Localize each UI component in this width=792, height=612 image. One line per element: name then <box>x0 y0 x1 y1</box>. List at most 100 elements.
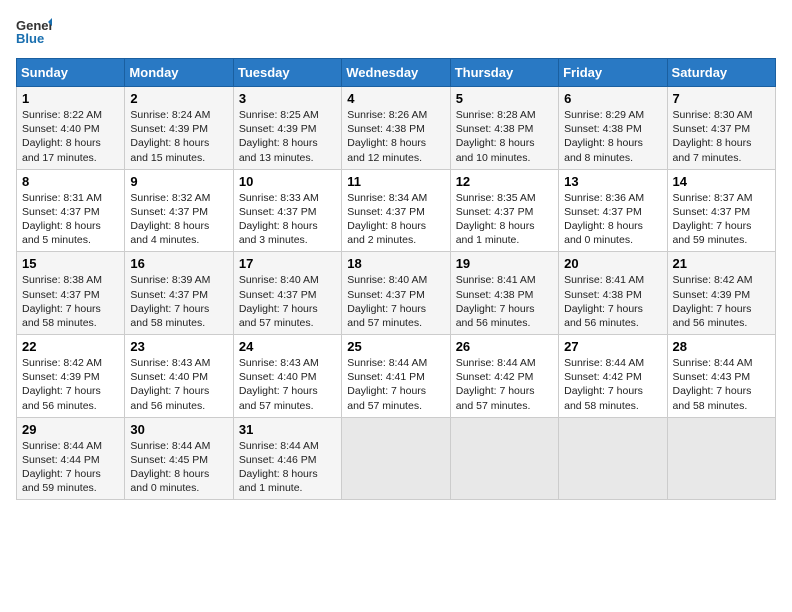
day-number: 11 <box>347 174 444 189</box>
day-info: Sunrise: 8:39 AMSunset: 4:37 PMDaylight:… <box>130 273 227 330</box>
day-info: Sunrise: 8:37 AMSunset: 4:37 PMDaylight:… <box>673 191 770 248</box>
calendar-cell: 23 Sunrise: 8:43 AMSunset: 4:40 PMDayligh… <box>125 335 233 418</box>
calendar-cell: 25 Sunrise: 8:44 AMSunset: 4:41 PMDayligh… <box>342 335 450 418</box>
day-number: 30 <box>130 422 227 437</box>
calendar-cell: 14 Sunrise: 8:37 AMSunset: 4:37 PMDayligh… <box>667 169 775 252</box>
calendar-cell: 11 Sunrise: 8:34 AMSunset: 4:37 PMDayligh… <box>342 169 450 252</box>
day-info: Sunrise: 8:32 AMSunset: 4:37 PMDaylight:… <box>130 191 227 248</box>
calendar-cell: 15 Sunrise: 8:38 AMSunset: 4:37 PMDayligh… <box>17 252 125 335</box>
day-number: 19 <box>456 256 553 271</box>
calendar-cell: 13Sunrise: 8:36 AMSunset: 4:37 PMDayligh… <box>559 169 667 252</box>
calendar-cell: 9 Sunrise: 8:32 AMSunset: 4:37 PMDaylight… <box>125 169 233 252</box>
header-sunday: Sunday <box>17 59 125 87</box>
calendar-cell <box>667 417 775 500</box>
calendar-cell: 21 Sunrise: 8:42 AMSunset: 4:39 PMDayligh… <box>667 252 775 335</box>
day-info: Sunrise: 8:41 AMSunset: 4:38 PMDaylight:… <box>456 273 553 330</box>
calendar-cell: 28 Sunrise: 8:44 AMSunset: 4:43 PMDayligh… <box>667 335 775 418</box>
day-number: 23 <box>130 339 227 354</box>
calendar-cell: 12 Sunrise: 8:35 AMSunset: 4:37 PMDayligh… <box>450 169 558 252</box>
calendar-cell: 31Sunrise: 8:44 AMSunset: 4:46 PMDayligh… <box>233 417 341 500</box>
day-info: Sunrise: 8:31 AMSunset: 4:37 PMDaylight:… <box>22 191 119 248</box>
calendar-cell: 7 Sunrise: 8:30 AMSunset: 4:37 PMDaylight… <box>667 87 775 170</box>
logo: General Blue <box>16 16 58 46</box>
calendar-cell: 27 Sunrise: 8:44 AMSunset: 4:42 PMDayligh… <box>559 335 667 418</box>
day-info: Sunrise: 8:44 AMSunset: 4:45 PMDaylight:… <box>130 439 227 496</box>
day-number: 29 <box>22 422 119 437</box>
day-info: Sunrise: 8:24 AMSunset: 4:39 PMDaylight:… <box>130 108 227 165</box>
calendar-cell <box>342 417 450 500</box>
day-number: 3 <box>239 91 336 106</box>
day-info: Sunrise: 8:44 AMSunset: 4:43 PMDaylight:… <box>673 356 770 413</box>
header-monday: Monday <box>125 59 233 87</box>
day-number: 27 <box>564 339 661 354</box>
calendar-cell: 3 Sunrise: 8:25 AMSunset: 4:39 PMDaylight… <box>233 87 341 170</box>
calendar-week-row: 15 Sunrise: 8:38 AMSunset: 4:37 PMDayligh… <box>17 252 776 335</box>
calendar-table: SundayMondayTuesdayWednesdayThursdayFrid… <box>16 58 776 500</box>
day-info: Sunrise: 8:43 AMSunset: 4:40 PMDaylight:… <box>130 356 227 413</box>
day-info: Sunrise: 8:34 AMSunset: 4:37 PMDaylight:… <box>347 191 444 248</box>
header-saturday: Saturday <box>667 59 775 87</box>
day-number: 22 <box>22 339 119 354</box>
calendar-cell: 2Sunrise: 8:24 AMSunset: 4:39 PMDaylight… <box>125 87 233 170</box>
calendar-cell <box>450 417 558 500</box>
day-number: 14 <box>673 174 770 189</box>
calendar-cell: 6 Sunrise: 8:29 AMSunset: 4:38 PMDaylight… <box>559 87 667 170</box>
calendar-header-row: SundayMondayTuesdayWednesdayThursdayFrid… <box>17 59 776 87</box>
day-info: Sunrise: 8:29 AMSunset: 4:38 PMDaylight:… <box>564 108 661 165</box>
day-number: 7 <box>673 91 770 106</box>
day-number: 25 <box>347 339 444 354</box>
day-info: Sunrise: 8:42 AMSunset: 4:39 PMDaylight:… <box>22 356 119 413</box>
day-number: 16 <box>130 256 227 271</box>
calendar-cell: 17 Sunrise: 8:40 AMSunset: 4:37 PMDayligh… <box>233 252 341 335</box>
calendar-cell: 18Sunrise: 8:40 AMSunset: 4:37 PMDayligh… <box>342 252 450 335</box>
day-number: 10 <box>239 174 336 189</box>
day-info: Sunrise: 8:44 AMSunset: 4:42 PMDaylight:… <box>456 356 553 413</box>
calendar-cell: 4Sunrise: 8:26 AMSunset: 4:38 PMDaylight… <box>342 87 450 170</box>
logo-icon: General Blue <box>16 16 52 46</box>
day-info: Sunrise: 8:28 AMSunset: 4:38 PMDaylight:… <box>456 108 553 165</box>
svg-text:Blue: Blue <box>16 31 44 46</box>
header-friday: Friday <box>559 59 667 87</box>
day-info: Sunrise: 8:44 AMSunset: 4:42 PMDaylight:… <box>564 356 661 413</box>
header-wednesday: Wednesday <box>342 59 450 87</box>
calendar-cell: 1 Sunrise: 8:22 AMSunset: 4:40 PMDaylight… <box>17 87 125 170</box>
day-number: 15 <box>22 256 119 271</box>
calendar-cell: 29 Sunrise: 8:44 AMSunset: 4:44 PMDayligh… <box>17 417 125 500</box>
day-info: Sunrise: 8:30 AMSunset: 4:37 PMDaylight:… <box>673 108 770 165</box>
day-number: 28 <box>673 339 770 354</box>
day-number: 9 <box>130 174 227 189</box>
calendar-cell: 16 Sunrise: 8:39 AMSunset: 4:37 PMDayligh… <box>125 252 233 335</box>
day-number: 26 <box>456 339 553 354</box>
day-number: 18 <box>347 256 444 271</box>
day-number: 17 <box>239 256 336 271</box>
day-info: Sunrise: 8:33 AMSunset: 4:37 PMDaylight:… <box>239 191 336 248</box>
day-info: Sunrise: 8:42 AMSunset: 4:39 PMDaylight:… <box>673 273 770 330</box>
day-number: 13 <box>564 174 661 189</box>
calendar-cell <box>559 417 667 500</box>
day-number: 20 <box>564 256 661 271</box>
calendar-cell: 26 Sunrise: 8:44 AMSunset: 4:42 PMDayligh… <box>450 335 558 418</box>
day-info: Sunrise: 8:44 AMSunset: 4:44 PMDaylight:… <box>22 439 119 496</box>
calendar-cell: 5Sunrise: 8:28 AMSunset: 4:38 PMDaylight… <box>450 87 558 170</box>
day-info: Sunrise: 8:35 AMSunset: 4:37 PMDaylight:… <box>456 191 553 248</box>
day-info: Sunrise: 8:40 AMSunset: 4:37 PMDaylight:… <box>239 273 336 330</box>
day-number: 12 <box>456 174 553 189</box>
day-info: Sunrise: 8:22 AMSunset: 4:40 PMDaylight:… <box>22 108 119 165</box>
calendar-week-row: 1 Sunrise: 8:22 AMSunset: 4:40 PMDaylight… <box>17 87 776 170</box>
day-number: 1 <box>22 91 119 106</box>
header-tuesday: Tuesday <box>233 59 341 87</box>
day-info: Sunrise: 8:44 AMSunset: 4:41 PMDaylight:… <box>347 356 444 413</box>
calendar-cell: 19 Sunrise: 8:41 AMSunset: 4:38 PMDayligh… <box>450 252 558 335</box>
calendar-cell: 20 Sunrise: 8:41 AMSunset: 4:38 PMDayligh… <box>559 252 667 335</box>
calendar-cell: 8Sunrise: 8:31 AMSunset: 4:37 PMDaylight… <box>17 169 125 252</box>
calendar-cell: 30 Sunrise: 8:44 AMSunset: 4:45 PMDayligh… <box>125 417 233 500</box>
day-info: Sunrise: 8:25 AMSunset: 4:39 PMDaylight:… <box>239 108 336 165</box>
day-number: 21 <box>673 256 770 271</box>
calendar-cell: 22 Sunrise: 8:42 AMSunset: 4:39 PMDayligh… <box>17 335 125 418</box>
page-header: General Blue <box>16 16 776 46</box>
day-number: 6 <box>564 91 661 106</box>
day-info: Sunrise: 8:44 AMSunset: 4:46 PMDaylight:… <box>239 439 336 496</box>
day-info: Sunrise: 8:38 AMSunset: 4:37 PMDaylight:… <box>22 273 119 330</box>
calendar-week-row: 8Sunrise: 8:31 AMSunset: 4:37 PMDaylight… <box>17 169 776 252</box>
day-info: Sunrise: 8:41 AMSunset: 4:38 PMDaylight:… <box>564 273 661 330</box>
